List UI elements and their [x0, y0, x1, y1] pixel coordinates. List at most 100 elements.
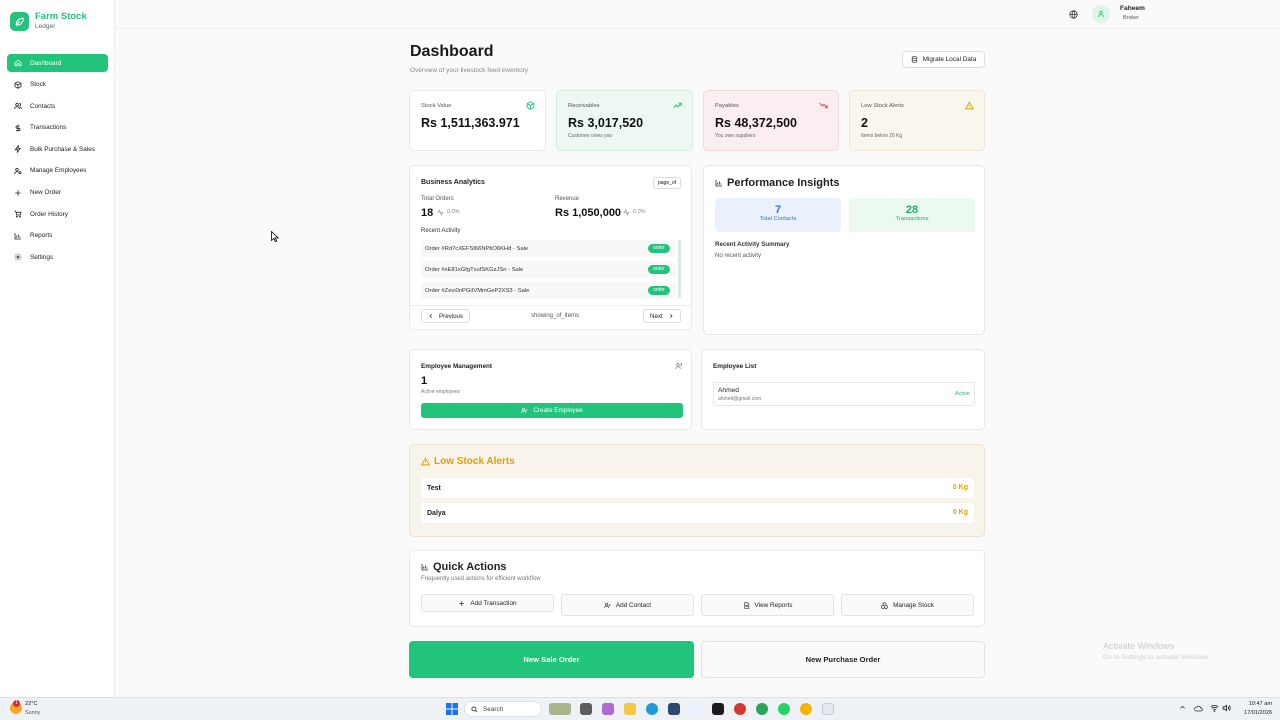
stat-card-low-stock: Low Stock Alerts 2 Items below 20 Kg	[849, 90, 985, 151]
sidebar-item-label: Order History	[30, 210, 68, 218]
total-contacts-tile: 7 Total Contacts	[715, 198, 841, 232]
stock-qty: 0 Kg	[952, 484, 968, 491]
terminal-icon[interactable]	[712, 703, 724, 715]
app-icon[interactable]	[690, 703, 702, 715]
stat-label: Stock Value	[421, 103, 452, 109]
sidebar-item-reports[interactable]: Reports	[7, 227, 108, 245]
list-item[interactable]: Order #xE81xGfgTvufSKGzJSn - Sale order	[421, 261, 676, 278]
weather-temp: 22°C	[25, 701, 38, 707]
whatsapp-icon[interactable]	[778, 703, 790, 715]
app-subtitle: Ledger	[35, 23, 56, 30]
chevron-right-icon	[668, 313, 674, 319]
employee-list-card: Employee List Ahmed ahmed@gmail.com Acti…	[701, 349, 985, 430]
file-manager-icon[interactable]	[580, 703, 592, 715]
performance-title: Performance Insights	[727, 177, 840, 189]
clock-time[interactable]: 10:47 am	[1240, 701, 1272, 707]
activity-icon	[437, 209, 444, 216]
scrollbar[interactable]	[678, 240, 681, 298]
next-button[interactable]: Next	[643, 309, 681, 323]
employee-email: ahmed@gmail.com	[718, 396, 762, 402]
taskbar: 1 22°C Sunny Search 10:47 am 17/01/2026	[0, 697, 1280, 720]
list-item[interactable]: Order #Rd7cXEFSt66NPtiO6KHd - Sale order	[421, 240, 676, 257]
sidebar-item-contacts[interactable]: Contacts	[7, 97, 108, 115]
sidebar-item-stock[interactable]: Stock	[7, 76, 108, 94]
stat-value: 2	[861, 116, 868, 130]
chrome-icon[interactable]	[756, 703, 768, 715]
app-icon[interactable]	[822, 703, 834, 715]
sidebar-item-bulk[interactable]: Bulk Purchase & Sales	[7, 140, 108, 158]
page-title: Dashboard	[410, 43, 494, 60]
new-sale-order-button[interactable]: New Sale Order	[409, 641, 694, 678]
sidebar-item-settings[interactable]: Settings	[7, 248, 108, 266]
user-name[interactable]: Faheem	[1120, 5, 1145, 12]
avatar[interactable]	[1092, 5, 1110, 23]
warning-icon	[965, 101, 974, 110]
add-transaction-button[interactable]: Add Transaction	[421, 594, 554, 612]
create-employee-button[interactable]: Create Employee	[421, 403, 683, 418]
stat-label: Payables	[715, 103, 739, 109]
store-icon[interactable]	[668, 703, 680, 715]
volume-icon[interactable]	[1222, 704, 1231, 712]
stock-qty: 0 Kg	[952, 509, 968, 516]
zap-icon	[14, 145, 22, 154]
chevron-up-icon[interactable]	[1179, 704, 1186, 711]
brand[interactable]: Farm Stock Ledger	[10, 11, 87, 31]
total-orders-label: Total Orders	[421, 196, 454, 202]
sidebar-item-new-order[interactable]: New Order	[7, 184, 108, 202]
migrate-label: Migrate Local Data	[922, 56, 977, 63]
transactions-value: 28	[905, 204, 919, 216]
add-contact-button[interactable]: Add Contact	[561, 594, 694, 616]
wifi-icon[interactable]	[1210, 704, 1219, 712]
sidebar-item-order-history[interactable]: Order History	[7, 205, 108, 223]
stock-name: Dalya	[427, 509, 446, 517]
new-purchase-order-button[interactable]: New Purchase Order	[701, 641, 985, 678]
weather-desc: Sunny	[25, 710, 41, 716]
search-icon	[471, 705, 478, 713]
cloud-icon[interactable]	[1194, 704, 1203, 712]
performance-insights-card: Performance Insights 7 Total Contacts 28…	[703, 165, 985, 335]
stock-name: Test	[427, 484, 441, 492]
revenue-label: Revenue	[555, 196, 580, 202]
widget-icon[interactable]	[549, 703, 571, 715]
list-item[interactable]: Test 0 Kg	[421, 478, 974, 498]
home-icon	[14, 59, 22, 67]
clock-date[interactable]: 17/01/2026	[1236, 710, 1272, 716]
edge-icon[interactable]	[646, 703, 658, 715]
previous-button[interactable]: Previous	[421, 309, 471, 323]
sidebar-item-transactions[interactable]: Transactions	[7, 119, 108, 137]
sidebar-item-label: Stock	[30, 81, 46, 89]
folder-icon[interactable]	[624, 703, 636, 715]
list-item[interactable]: Ahmed ahmed@gmail.com Active	[713, 382, 975, 406]
total-contacts-value: 7	[774, 204, 782, 216]
boxes-icon	[881, 601, 888, 609]
sidebar-item-label: Dashboard	[30, 59, 62, 67]
sidebar-item-dashboard[interactable]: Dashboard	[7, 54, 108, 72]
manage-stock-button[interactable]: Manage Stock	[841, 594, 974, 616]
employee-count: 1	[421, 375, 428, 387]
quick-actions-subtitle: Frequently used actions for efficient wo…	[421, 576, 541, 582]
chrome-icon[interactable]	[734, 703, 746, 715]
mouse-cursor-icon	[271, 231, 279, 242]
user-role: Broker	[1123, 15, 1139, 21]
order-badge: order	[648, 265, 670, 274]
list-item[interactable]: Order #Zevi0nPGiIVMmGeP2XS3 - Sale order	[421, 282, 676, 299]
summary-text: No recent activity	[715, 253, 762, 259]
copilot-icon[interactable]	[602, 703, 614, 715]
windows-start-icon[interactable]	[446, 703, 458, 715]
taskbar-search[interactable]: Search	[464, 701, 542, 717]
trending-up-icon	[673, 101, 682, 110]
document-icon	[743, 601, 750, 609]
order-text: Order #Rd7cXEFSt66NPtiO6KHd - Sale	[425, 245, 529, 252]
sidebar-item-employees[interactable]: Manage Employees	[7, 162, 108, 180]
list-item[interactable]: Dalya 0 Kg	[421, 503, 974, 523]
view-reports-label: View Reports	[754, 601, 793, 609]
globe-icon[interactable]	[1068, 9, 1078, 19]
bar-chart-icon	[715, 179, 723, 187]
migrate-local-data-button[interactable]: Migrate Local Data	[902, 51, 985, 68]
trending-down-icon	[819, 101, 828, 110]
employee-name: Ahmed	[718, 387, 739, 394]
total-contacts-label: Total Contacts	[759, 216, 797, 222]
view-reports-button[interactable]: View Reports	[701, 594, 834, 616]
chrome-icon[interactable]	[800, 703, 812, 715]
package-icon	[526, 101, 535, 110]
